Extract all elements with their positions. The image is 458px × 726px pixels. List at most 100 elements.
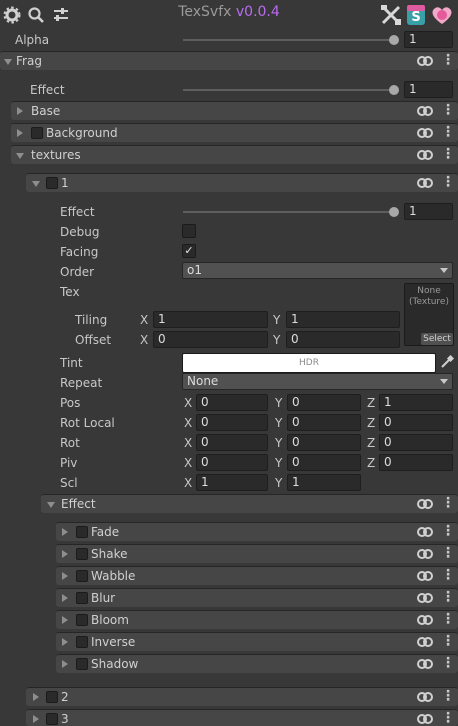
effect-toggle[interactable] xyxy=(76,614,88,626)
effect-slider-handle[interactable] xyxy=(389,85,399,95)
kebab-icon[interactable]: ⋮ xyxy=(441,103,455,118)
effect-item-wabble[interactable]: Wabble ⋮ xyxy=(56,566,458,585)
offset-x-input[interactable]: 0 xyxy=(153,331,268,348)
debug-checkbox[interactable] xyxy=(182,224,196,238)
texture-2-toggle[interactable] xyxy=(46,691,58,703)
effect-item-bloom[interactable]: Bloom ⋮ xyxy=(56,610,458,629)
repeat-dropdown[interactable]: None xyxy=(182,373,453,390)
kebab-icon[interactable]: ⋮ xyxy=(441,147,455,162)
rot-local-y-input[interactable]: 0 xyxy=(287,414,361,431)
background-header[interactable]: Background ⋮ xyxy=(11,123,458,142)
tint-color-field[interactable]: HDR xyxy=(182,353,436,373)
alpha-slider-handle[interactable] xyxy=(389,35,399,45)
effect-toggle[interactable] xyxy=(76,658,88,670)
rot-local-z-input[interactable]: 0 xyxy=(379,414,453,431)
texture-select-button[interactable]: Select xyxy=(421,333,453,345)
kebab-icon[interactable]: ⋮ xyxy=(441,568,455,583)
effect-slider-track[interactable] xyxy=(183,89,395,91)
fold-arrow-icon[interactable] xyxy=(62,660,68,668)
effect-toggle[interactable] xyxy=(76,570,88,582)
kebab-icon[interactable]: ⋮ xyxy=(441,634,455,649)
fold-arrow-icon[interactable] xyxy=(62,528,68,536)
effect-input[interactable]: 1 xyxy=(404,81,453,98)
fold-arrow-icon[interactable] xyxy=(16,153,24,159)
textures-header[interactable]: textures ⋮ xyxy=(11,145,458,164)
link-icon[interactable] xyxy=(417,149,433,161)
offset-y-input[interactable]: 0 xyxy=(286,331,400,348)
effect-toggle[interactable] xyxy=(76,548,88,560)
pos-x-input[interactable]: 0 xyxy=(196,394,268,411)
link-icon[interactable] xyxy=(417,592,433,604)
effect-item-inverse[interactable]: Inverse ⋮ xyxy=(56,632,458,651)
effect-item-fade[interactable]: Fade ⋮ xyxy=(56,522,458,541)
order-dropdown[interactable]: o1 xyxy=(182,262,453,279)
kebab-icon[interactable]: ⋮ xyxy=(441,590,455,605)
effect-item-shadow[interactable]: Shadow ⋮ xyxy=(56,654,458,673)
texture-3-header[interactable]: 3 ⋮ xyxy=(26,709,458,726)
piv-z-input[interactable]: 0 xyxy=(379,454,453,471)
fold-arrow-icon[interactable] xyxy=(62,572,68,580)
effect-item-shake[interactable]: Shake ⋮ xyxy=(56,544,458,563)
texture-slot[interactable]: None (Texture) Select xyxy=(404,283,454,346)
scl-y-input[interactable]: 1 xyxy=(287,474,361,491)
link-icon[interactable] xyxy=(417,127,433,139)
background-toggle[interactable] xyxy=(31,127,43,139)
fold-arrow-icon[interactable] xyxy=(62,616,68,624)
kebab-icon[interactable]: ⋮ xyxy=(441,656,455,671)
link-icon[interactable] xyxy=(417,636,433,648)
rot-y-input[interactable]: 0 xyxy=(287,434,361,451)
link-icon[interactable] xyxy=(417,713,433,725)
fold-arrow-icon[interactable] xyxy=(32,181,40,187)
link-icon[interactable] xyxy=(417,548,433,560)
fold-arrow-icon[interactable] xyxy=(62,550,68,558)
link-icon[interactable] xyxy=(417,570,433,582)
texture-2-header[interactable]: 2 ⋮ xyxy=(26,687,458,706)
fold-arrow-icon[interactable] xyxy=(33,715,39,723)
fold-arrow-icon[interactable] xyxy=(17,107,23,115)
effect-toggle[interactable] xyxy=(76,526,88,538)
effect-toggle[interactable] xyxy=(76,592,88,604)
kebab-icon[interactable]: ⋮ xyxy=(441,612,455,627)
tex1-effect-input[interactable]: 1 xyxy=(404,203,453,220)
rot-z-input[interactable]: 0 xyxy=(379,434,453,451)
facing-checkbox[interactable]: ✓ xyxy=(182,244,196,258)
scl-x-input[interactable]: 1 xyxy=(196,474,268,491)
link-icon[interactable] xyxy=(417,658,433,670)
kebab-icon[interactable]: ⋮ xyxy=(441,711,455,726)
base-header[interactable]: Base ⋮ xyxy=(11,101,458,120)
s-badge-icon[interactable]: S xyxy=(406,4,426,26)
frag-header[interactable]: Frag ⋮ xyxy=(0,51,458,70)
pos-z-input[interactable]: 1 xyxy=(379,394,453,411)
link-icon[interactable] xyxy=(417,614,433,626)
texture-1-header[interactable]: 1 ⋮ xyxy=(26,173,458,192)
heart-badge-icon[interactable] xyxy=(430,4,454,26)
kebab-icon[interactable]: ⋮ xyxy=(441,689,455,704)
link-icon[interactable] xyxy=(417,498,433,510)
link-icon[interactable] xyxy=(417,105,433,117)
alpha-input[interactable]: 1 xyxy=(404,31,453,48)
kebab-icon[interactable]: ⋮ xyxy=(441,496,455,511)
texture-1-toggle[interactable] xyxy=(46,177,58,189)
link-icon[interactable] xyxy=(417,691,433,703)
kebab-icon[interactable]: ⋮ xyxy=(441,53,455,68)
rot-x-input[interactable]: 0 xyxy=(196,434,268,451)
tools-icon[interactable] xyxy=(380,4,402,26)
fold-arrow-icon[interactable] xyxy=(62,594,68,602)
fold-arrow-icon[interactable] xyxy=(4,59,12,65)
fold-arrow-icon[interactable] xyxy=(62,638,68,646)
alpha-slider-track[interactable] xyxy=(183,39,395,41)
fold-arrow-icon[interactable] xyxy=(33,693,39,701)
fold-arrow-icon[interactable] xyxy=(47,502,55,508)
effect-item-blur[interactable]: Blur ⋮ xyxy=(56,588,458,607)
link-icon[interactable] xyxy=(417,55,433,67)
kebab-icon[interactable]: ⋮ xyxy=(441,175,455,190)
piv-y-input[interactable]: 0 xyxy=(287,454,361,471)
tiling-x-input[interactable]: 1 xyxy=(153,311,268,328)
tex1-effect-slider-handle[interactable] xyxy=(389,207,399,217)
effect-toggle[interactable] xyxy=(76,636,88,648)
piv-x-input[interactable]: 0 xyxy=(196,454,268,471)
eyedropper-icon[interactable] xyxy=(440,355,454,369)
effect-group-header[interactable]: Effect ⋮ xyxy=(41,494,458,513)
link-icon[interactable] xyxy=(417,177,433,189)
pos-y-input[interactable]: 0 xyxy=(287,394,361,411)
